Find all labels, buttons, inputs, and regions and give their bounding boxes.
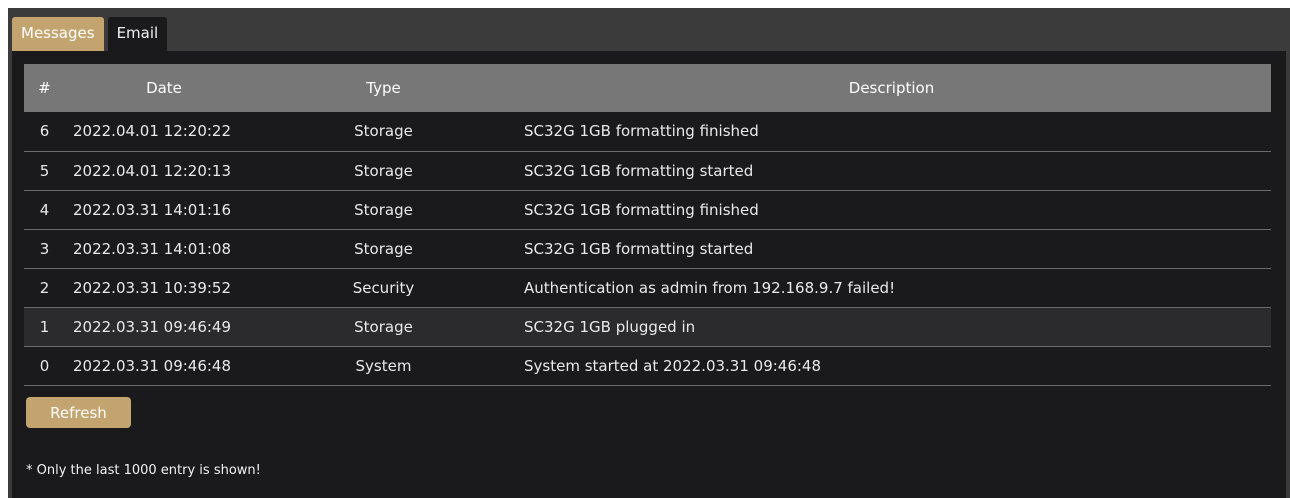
cell-description: SC32G 1GB formatting started (524, 239, 754, 258)
column-header-type[interactable]: Type (255, 64, 512, 112)
tab-bar: Messages Email (12, 17, 168, 51)
cell-type: Security (352, 278, 415, 297)
table-row[interactable]: 5 2022.04.01 12:20:13 Storage SC32G 1GB … (24, 151, 1271, 190)
cell-date: 2022.03.31 09:46:49 (73, 317, 232, 336)
cell-description: SC32G 1GB formatting finished (524, 200, 759, 219)
cell-date: 2022.04.01 12:20:13 (73, 161, 232, 180)
tab-email[interactable]: Email (107, 17, 168, 51)
messages-table: # Date Type Description 6 2022.04.01 12:… (24, 64, 1271, 386)
cell-date: 2022.03.31 14:01:16 (73, 200, 232, 219)
cell-type: Storage (354, 122, 413, 141)
table-row-hovered[interactable]: 1 2022.03.31 09:46:49 Storage SC32G 1GB … (24, 307, 1271, 346)
tab-messages[interactable]: Messages (12, 17, 104, 51)
cell-number: 4 (39, 200, 50, 219)
cell-number: 6 (39, 122, 50, 141)
cell-description: SC32G 1GB formatting finished (524, 122, 759, 141)
cell-date: 2022.03.31 10:39:52 (73, 278, 232, 297)
cell-description: System started at 2022.03.31 09:46:48 (524, 356, 822, 375)
cell-number: 3 (39, 239, 50, 258)
cell-number: 0 (39, 356, 50, 375)
entry-limit-note: * Only the last 1000 entry is shown! (26, 463, 261, 478)
refresh-button[interactable]: Refresh (26, 397, 131, 428)
column-header-description[interactable]: Description (512, 64, 1271, 112)
cell-date: 2022.03.31 14:01:08 (73, 239, 232, 258)
table-row[interactable]: 3 2022.03.31 14:01:08 Storage SC32G 1GB … (24, 229, 1271, 268)
cell-type: Storage (354, 200, 413, 219)
cell-description: SC32G 1GB formatting started (524, 161, 754, 180)
cell-description: Authentication as admin from 192.168.9.7… (524, 278, 896, 297)
cell-type: Storage (354, 317, 413, 336)
cell-description: SC32G 1GB plugged in (524, 317, 696, 336)
table-header-row: # Date Type Description (24, 64, 1271, 112)
cell-number: 5 (39, 161, 50, 180)
cell-date: 2022.03.31 09:46:48 (73, 356, 232, 375)
column-header-number[interactable]: # (24, 64, 65, 112)
cell-number: 1 (39, 317, 50, 336)
column-header-date[interactable]: Date (65, 64, 255, 112)
messages-panel: # Date Type Description 6 2022.04.01 12:… (12, 51, 1286, 498)
cell-type: System (355, 356, 412, 375)
cell-type: Storage (354, 239, 413, 258)
cell-type: Storage (354, 161, 413, 180)
cell-number: 2 (39, 278, 50, 297)
table-row[interactable]: 4 2022.03.31 14:01:16 Storage SC32G 1GB … (24, 190, 1271, 229)
table-row[interactable]: 6 2022.04.01 12:20:22 Storage SC32G 1GB … (24, 112, 1271, 151)
cell-date: 2022.04.01 12:20:22 (73, 122, 232, 141)
log-window: Messages Email # Date Type Description 6… (8, 8, 1290, 498)
table-row[interactable]: 2 2022.03.31 10:39:52 Security Authentic… (24, 268, 1271, 307)
table-row[interactable]: 0 2022.03.31 09:46:48 System System star… (24, 346, 1271, 385)
